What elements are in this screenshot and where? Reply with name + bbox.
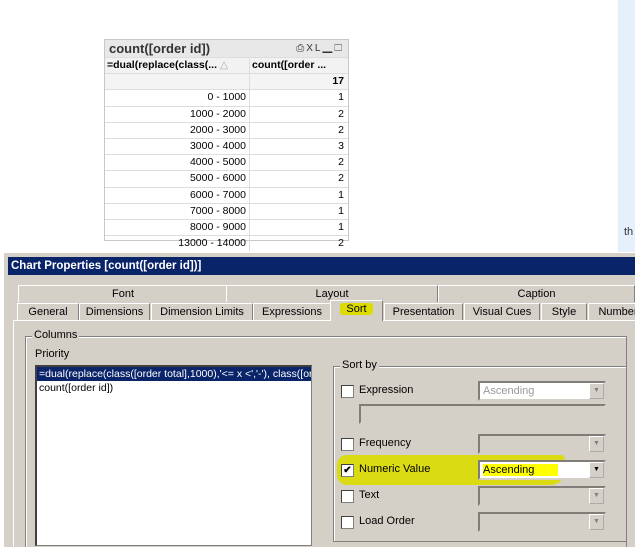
dimension-cell[interactable]: 1000 - 2000 — [105, 106, 250, 122]
expression-checkbox[interactable] — [341, 385, 354, 398]
total-value: 17 — [332, 75, 344, 88]
value-cell: 1 — [338, 188, 344, 201]
table-caption: count([order id]) ⎙XL▁☐ — [105, 40, 348, 57]
totals-row: 17 — [105, 73, 348, 90]
chevron-down-icon[interactable]: ▼ — [589, 383, 604, 399]
table-row[interactable]: 4000 - 5000 2 — [105, 154, 348, 171]
column-header-dimension[interactable]: =dual(replace(class(... △ — [105, 58, 250, 74]
straight-table[interactable]: count([order id]) ⎙XL▁☐ =dual(replace(cl… — [104, 39, 349, 252]
numeric-value-label: Numeric Value — [359, 463, 431, 475]
table-row[interactable]: 13000 - 14000 2 — [105, 235, 348, 252]
value-cell: 1 — [338, 220, 344, 233]
tab-caption[interactable]: Caption — [438, 285, 635, 302]
tab-style[interactable]: Style — [541, 303, 587, 320]
chevron-down-icon[interactable]: ▼ — [589, 436, 604, 452]
send-to-excel-icon[interactable]: XL — [306, 43, 322, 54]
tab-expressions[interactable]: Expressions — [253, 303, 331, 320]
dimension-cell[interactable]: 0 - 1000 — [105, 90, 250, 106]
dimension-cell[interactable]: 5000 - 6000 — [105, 171, 250, 187]
table-row[interactable]: 6000 - 7000 1 — [105, 186, 348, 203]
table-title: count([order id]) — [109, 41, 211, 56]
table-row[interactable]: 7000 - 8000 1 — [105, 202, 348, 219]
numeric-value-order-select[interactable]: Ascending ▼ — [478, 460, 606, 480]
dimension-cell[interactable]: 13000 - 14000 — [105, 236, 250, 252]
value-cell: 2 — [338, 237, 344, 250]
text-checkbox[interactable] — [341, 490, 354, 503]
tab-number[interactable]: Number — [588, 303, 635, 320]
tab-dimensions[interactable]: Dimensions — [79, 303, 150, 320]
chevron-down-icon[interactable]: ▼ — [589, 462, 604, 478]
side-panel — [618, 0, 635, 252]
frequency-order-select[interactable]: ▼ — [478, 434, 606, 454]
table-row[interactable]: 3000 - 4000 3 — [105, 137, 348, 155]
value-cell: 1 — [338, 91, 344, 104]
table-row[interactable]: 2000 - 3000 2 — [105, 121, 348, 138]
chevron-down-icon[interactable]: ▼ — [589, 488, 604, 504]
load-order-label: Load Order — [359, 515, 415, 527]
table-row[interactable]: 1000 - 2000 2 — [105, 105, 348, 122]
tab-presentation[interactable]: Presentation — [384, 303, 463, 320]
value-cell: 2 — [338, 123, 344, 136]
maximize-icon[interactable]: ☐ — [334, 43, 344, 54]
priority-item[interactable]: count([order id]) — [37, 381, 311, 395]
dimension-cell[interactable]: 2000 - 3000 — [105, 122, 250, 138]
dialog-title-bar: Chart Properties [count([order id])] — [8, 257, 635, 275]
value-cell: 3 — [338, 139, 344, 152]
expression-order-select[interactable]: Ascending ▼ — [478, 381, 606, 401]
tab-general[interactable]: General — [17, 303, 79, 320]
value-cell: 2 — [338, 107, 344, 120]
load-order-order-select[interactable]: ▼ — [478, 512, 606, 532]
dimension-cell[interactable]: 4000 - 5000 — [105, 155, 250, 171]
value-cell: 1 — [338, 204, 344, 217]
expression-input[interactable] — [359, 404, 606, 424]
table-row[interactable]: 0 - 1000 1 — [105, 89, 348, 106]
tab-sort[interactable]: Sort — [330, 300, 383, 321]
priority-listbox[interactable]: =dual(replace(class([order total],1000),… — [35, 365, 312, 546]
columns-label: Columns — [32, 329, 80, 341]
side-text: th — [624, 226, 634, 238]
minimize-icon[interactable]: ▁ — [322, 43, 334, 54]
sort-indicator-icon: △ — [219, 59, 229, 71]
text-label: Text — [359, 489, 380, 501]
dimension-cell[interactable]: 6000 - 7000 — [105, 187, 250, 203]
tab-dimension-limits[interactable]: Dimension Limits — [151, 303, 253, 320]
frequency-checkbox[interactable] — [341, 438, 354, 451]
caption-tools[interactable]: ⎙XL▁☐ — [296, 40, 344, 57]
sort-by-label: Sort by — [340, 359, 379, 371]
chevron-down-icon[interactable]: ▼ — [589, 514, 604, 530]
table-row[interactable]: 5000 - 6000 2 — [105, 170, 348, 187]
priority-label: Priority — [35, 348, 70, 360]
column-header-expression[interactable]: count([order ... — [250, 58, 348, 73]
dimension-cell[interactable]: 3000 - 4000 — [105, 138, 250, 155]
text-order-select[interactable]: ▼ — [478, 486, 606, 506]
priority-item[interactable]: =dual(replace(class([order total],1000),… — [37, 367, 311, 381]
frequency-label: Frequency — [359, 437, 411, 449]
value-cell: 2 — [338, 156, 344, 169]
load-order-checkbox[interactable] — [341, 516, 354, 529]
print-icon[interactable]: ⎙ — [296, 43, 306, 54]
value-cell: 2 — [338, 172, 344, 185]
expression-label: Expression — [359, 384, 414, 396]
table-header: =dual(replace(class(... △ count([order .… — [105, 57, 348, 74]
table-row[interactable]: 8000 - 9000 1 — [105, 218, 348, 236]
dimension-cell[interactable]: 8000 - 9000 — [105, 219, 250, 236]
tab-font[interactable]: Font — [18, 285, 228, 302]
tab-visual-cues[interactable]: Visual Cues — [464, 303, 540, 320]
dimension-cell[interactable]: 7000 - 8000 — [105, 203, 250, 219]
numeric-value-checkbox[interactable]: ✔ — [341, 464, 354, 477]
